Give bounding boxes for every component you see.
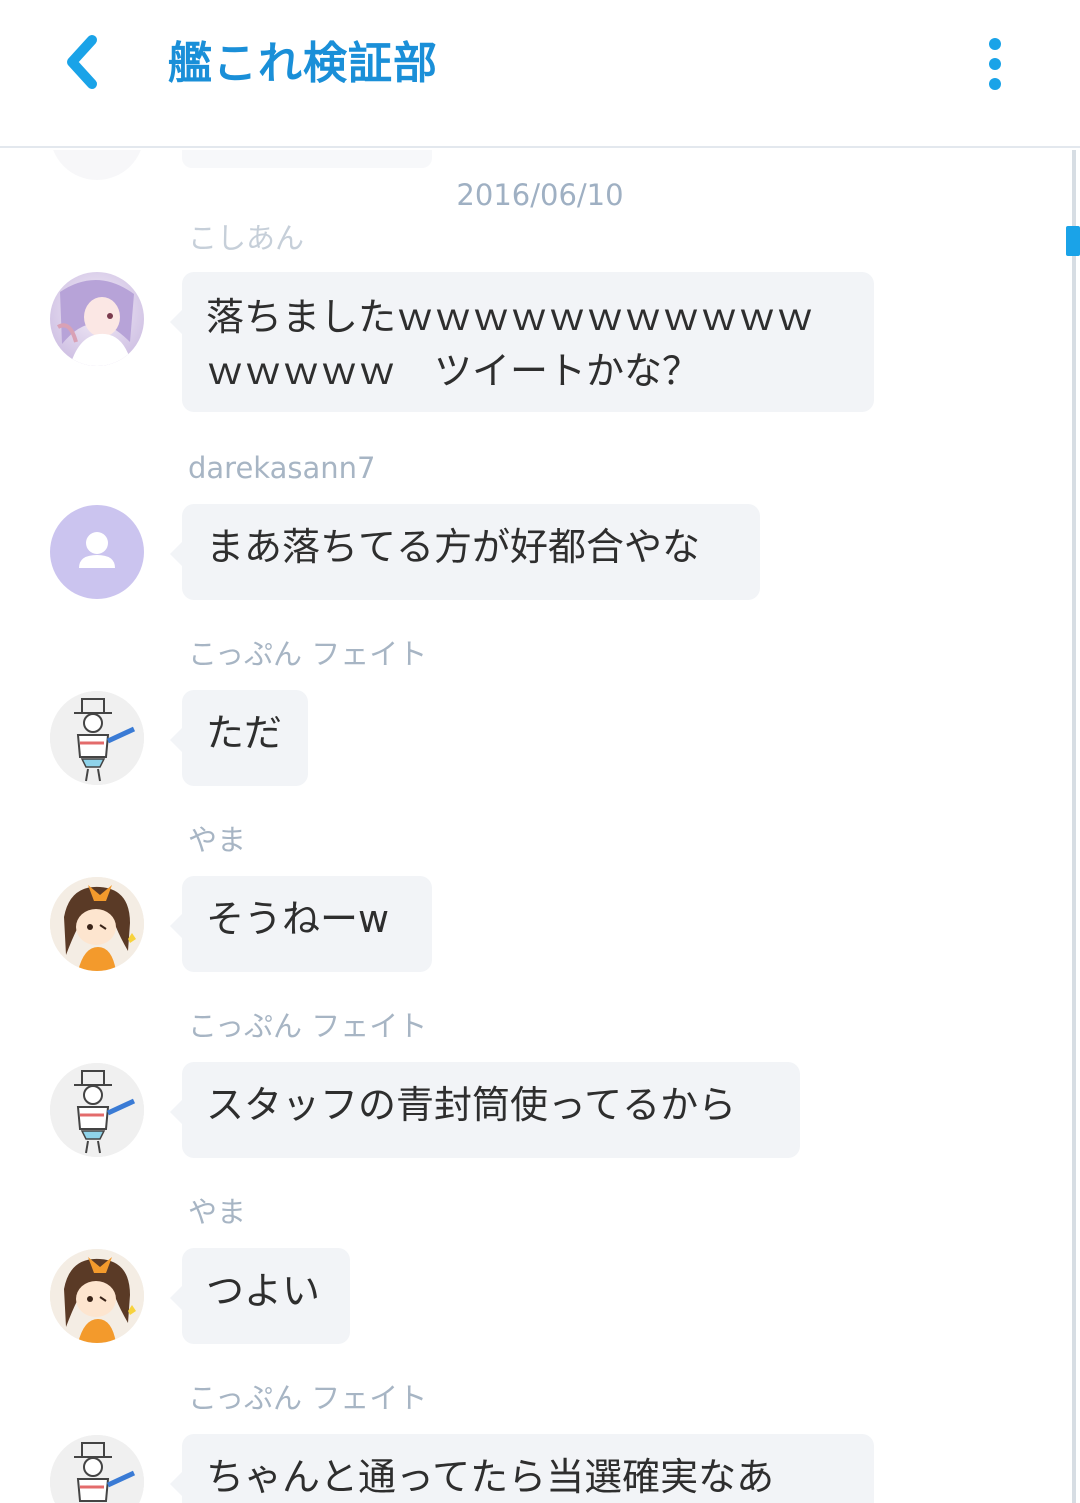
user-icon — [79, 532, 115, 568]
message-bubble[interactable]: そうねーw — [170, 876, 432, 972]
message-text-line: まあ落ちてる方が好都合やな — [206, 525, 701, 569]
chibi-girl-avatar[interactable] — [50, 1249, 144, 1343]
sender-name: こっぷん フェイト — [188, 1009, 428, 1043]
chat-title: 艦これ検証部 — [168, 38, 438, 89]
chibi-girl-avatar[interactable] — [50, 877, 144, 971]
app-header: 艦これ検証部 — [0, 0, 1080, 148]
default-user-avatar[interactable] — [50, 505, 144, 599]
message-text-line: つよい — [206, 1269, 321, 1313]
scrollbar-track[interactable] — [1072, 150, 1076, 1503]
sketch-character-avatar[interactable] — [50, 691, 144, 785]
sender-name: こしあん — [188, 221, 305, 255]
chevron-left-icon — [67, 35, 97, 89]
sender-name: こっぷん フェイト — [188, 1381, 428, 1415]
message-bubble[interactable]: つよい — [170, 1248, 350, 1344]
more-vertical-icon — [989, 38, 1001, 90]
sketch-character-avatar[interactable] — [50, 1435, 144, 1503]
sender-name: やま — [188, 823, 247, 857]
date-separator: 2016/06/10 — [456, 178, 624, 212]
scrollbar-thumb[interactable] — [1066, 226, 1080, 256]
message-bubble[interactable]: スタッフの青封筒使ってるから — [170, 1062, 800, 1158]
sender-name: やま — [188, 1195, 247, 1229]
message-text-line: 落ちましたｗｗｗｗｗｗｗｗｗｗｗ — [206, 295, 815, 339]
message-bubble[interactable]: ただ — [170, 690, 308, 786]
message-bubble[interactable]: ちゃんと通ってたら当選確実なあ — [170, 1434, 874, 1503]
message-text-line: ｗｗｗｗｗ ツイートかな？ — [206, 349, 701, 393]
message-text-line: そうねーw — [206, 897, 390, 941]
message-text-line: ちゃんと通ってたら当選確実なあ — [206, 1455, 775, 1499]
message-list[interactable]: 2016/06/10 こしあん 落ちましたｗｗｗｗｗｗｗｗｗｗｗ ｗｗｗｗｗ ツ… — [0, 150, 1066, 1503]
message-bubble[interactable]: 落ちましたｗｗｗｗｗｗｗｗｗｗｗ ｗｗｗｗｗ ツイートかな？ — [170, 272, 874, 412]
back-button[interactable] — [56, 30, 116, 94]
sender-name: darekasann7 — [188, 451, 376, 485]
message-bubble[interactable]: まあ落ちてる方が好都合やな — [170, 504, 760, 600]
previous-avatar — [50, 150, 144, 180]
message-text-line: スタッフの青封筒使ってるから — [206, 1083, 737, 1127]
sender-name: こっぷん フェイト — [188, 637, 428, 671]
sketch-character-avatar[interactable] — [50, 1063, 144, 1157]
anime-girl-avatar[interactable] — [50, 272, 144, 366]
previous-bubble — [182, 150, 432, 168]
more-menu-button[interactable] — [972, 34, 1018, 94]
message-text-line: ただ — [206, 711, 283, 755]
